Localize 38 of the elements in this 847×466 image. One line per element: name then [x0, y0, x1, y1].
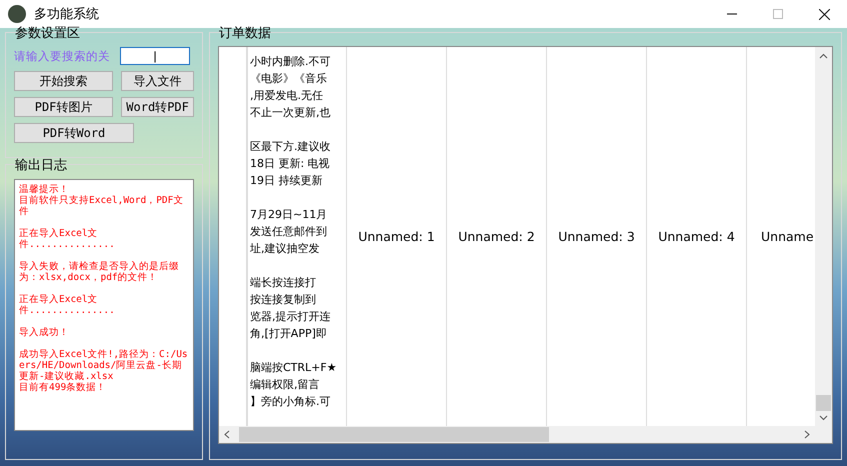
- table-cell-text: 区最下方.建议收 18日 更新: 电视 19日 持续更新: [250, 139, 332, 189]
- table-cell-text: 小时内删除.不可 《电影》《音乐 ,用爱发电.无任 不止一次更新,也: [250, 54, 332, 121]
- action-button[interactable]: 开始搜索: [14, 71, 114, 91]
- scroll-down-icon[interactable]: [819, 415, 828, 421]
- window-title: 多功能系统: [34, 6, 100, 23]
- log-text: 导入成功！: [19, 327, 70, 338]
- vertical-scrollbar[interactable]: [815, 47, 832, 426]
- group-title: 参数设置区: [14, 25, 81, 42]
- app-avatar-icon: [8, 5, 26, 23]
- table-cell-text: 端长按连接打 按连接复制到 览器,提示打开连 角,[打开APP]即: [250, 275, 332, 342]
- table-cell-text: 脑端按CTRL+F★ 编辑权限,留言 】旁的小角标.可: [250, 360, 338, 410]
- table-cell: Unnamed: 2: [458, 229, 535, 244]
- action-button[interactable]: 导入文件: [121, 71, 194, 91]
- table-cell-text: Unname: [760, 229, 814, 244]
- maximize-icon: [773, 9, 783, 19]
- table-cell: Unnamed: 3: [558, 229, 635, 244]
- action-button[interactable]: PDF转Word: [14, 123, 134, 143]
- log-text: 正在导入Excel文件...............: [19, 294, 116, 316]
- close-icon: [818, 8, 830, 20]
- action-button[interactable]: Word转PDF: [121, 97, 194, 117]
- log-text: 目前软件只支持Excel,Word，PDF文件: [19, 195, 184, 217]
- horizontal-scrollbar[interactable]: [219, 426, 815, 443]
- log-text: 成功导入Excel文件!,路径为：C:/Users/HE/Downloads/阿里云盘-长期更新-建议收藏.xlsx: [19, 349, 189, 382]
- scrollbar-thumb[interactable]: [239, 427, 549, 442]
- scroll-up-icon[interactable]: [819, 53, 828, 59]
- scrollbar-thumb[interactable]: [816, 395, 831, 411]
- action-button[interactable]: PDF转图片: [14, 97, 114, 117]
- search-field[interactable]: |: [120, 47, 190, 65]
- log-text: 正在导入Excel文件...............: [19, 228, 116, 250]
- log-text: 目前有499条数据！: [19, 382, 108, 393]
- group-title: 输出日志: [14, 157, 68, 174]
- table-cell: Unnamed: 1: [358, 229, 435, 244]
- log-text: 导入失败，请检查是否导入的是后缀为：xlsx,docx，pdf的文件！: [19, 261, 180, 283]
- group-title: 订单数据: [218, 25, 272, 42]
- search-label: 请输入要搜索的关: [14, 48, 111, 64]
- log-text: 温馨提示！: [19, 184, 70, 195]
- table-cell: Unnamed: 4: [658, 229, 735, 244]
- table-cell-text: 7月29日~11月 发送任意邮件到 址,建议抽空发: [250, 207, 328, 257]
